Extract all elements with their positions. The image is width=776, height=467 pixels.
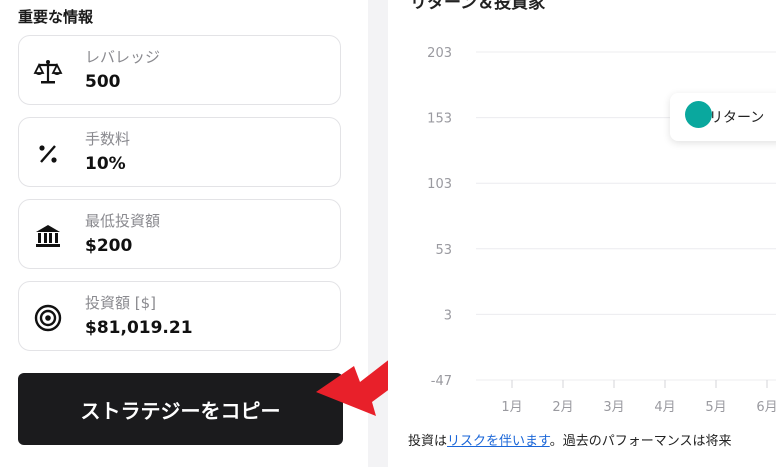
invested-amount-card: 投資額 [$] $81,019.21 xyxy=(18,281,341,351)
y-tick-label: -47 xyxy=(431,374,452,389)
legend-label: リターン xyxy=(709,110,765,126)
fee-card: 手数料 10% xyxy=(18,117,341,187)
y-tick-label: 203 xyxy=(427,46,452,61)
leverage-card: レバレッジ 500 xyxy=(18,35,341,105)
invested-amount-value: $81,019.21 xyxy=(85,318,193,338)
chart-panel: リターン＆投資家 -47 3 53 103 153 203 1月 2月 3月 4月 5月 6月 リター… xyxy=(388,0,776,467)
invested-amount-label: 投資額 [$] xyxy=(85,294,157,312)
y-tick-label: 153 xyxy=(427,112,452,127)
x-tick-label: 4月 xyxy=(654,400,675,415)
percent-icon xyxy=(39,145,57,163)
risk-disclaimer: 投資はリスクを伴います。過去のパフォーマンスは将来 xyxy=(408,430,731,449)
leverage-label: レバレッジ xyxy=(85,48,161,66)
fee-value: 10% xyxy=(85,154,126,174)
x-tick-label: 5月 xyxy=(705,400,726,415)
min-investment-card: 最低投資額 $200 xyxy=(18,199,341,269)
min-investment-label: 最低投資額 xyxy=(85,212,161,230)
risk-link[interactable]: リスクを伴います xyxy=(447,434,550,449)
returns-chart: -47 3 53 103 153 203 1月 2月 3月 4月 5月 6月 xyxy=(427,46,776,415)
disclaimer-prefix: 投資は xyxy=(408,434,448,449)
y-tick-label: 53 xyxy=(435,243,452,258)
min-investment-value: $200 xyxy=(85,236,133,256)
y-tick-label: 103 xyxy=(427,177,452,192)
x-tick-label: 3月 xyxy=(603,400,624,415)
scale-icon xyxy=(33,60,63,84)
copy-strategy-button[interactable]: ストラテジーをコピー xyxy=(18,373,343,445)
legend-marker xyxy=(685,101,712,128)
target-icon xyxy=(34,304,62,332)
chart-legend[interactable]: リターン xyxy=(670,93,776,141)
fee-label: 手数料 xyxy=(85,130,131,148)
x-tick-label: 2月 xyxy=(552,400,573,415)
x-tick-label: 6月 xyxy=(756,400,776,415)
disclaimer-suffix: 。過去のパフォーマンスは将来 xyxy=(549,434,732,449)
y-tick-label: 3 xyxy=(444,308,452,323)
info-panel: 重要な情報 レバレッジ 500 手数料 10% 最低投資額 $200 投資額 [… xyxy=(0,0,368,467)
leverage-value: 500 xyxy=(85,72,121,92)
bank-icon xyxy=(36,225,60,247)
section-title: 重要な情報 xyxy=(18,8,94,26)
x-tick-label: 1月 xyxy=(501,400,522,415)
